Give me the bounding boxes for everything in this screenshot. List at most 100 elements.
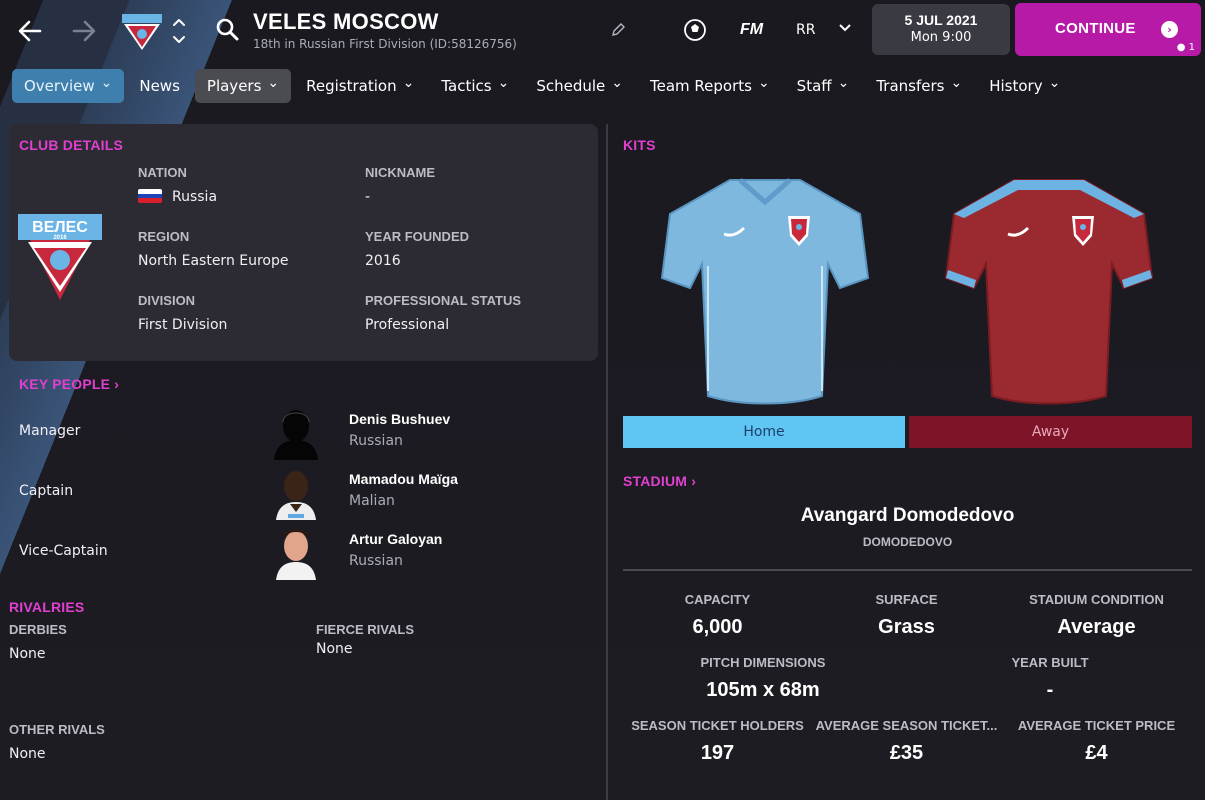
tab-label: Staff [796, 77, 832, 95]
avg-season-ticket-label: AVERAGE SEASON TICKET... [815, 718, 998, 733]
club-subtitle: 18th in Russian First Division (ID:58126… [253, 37, 517, 51]
chevron-down-icon: ⌄ [837, 75, 850, 91]
stadium-link[interactable]: STADIUM › [623, 473, 696, 489]
avg-ticket-price-value: £4 [1085, 742, 1108, 764]
tab-label: Registration [306, 77, 397, 95]
away-kit-button[interactable]: Away [909, 416, 1192, 448]
chevron-down-icon: ⌄ [100, 75, 113, 91]
other-rivals-label: OTHER RIVALS [9, 722, 105, 737]
tab-tactics[interactable]: Tactics ⌄ [429, 69, 521, 103]
club-details-title: CLUB DETAILS [19, 137, 124, 153]
fierce-rivals-label: FIERCE RIVALS [316, 622, 414, 637]
stadium-divider [623, 569, 1192, 571]
club-switch-updown-icon[interactable] [170, 14, 188, 48]
nickname-label: NICKNAME [365, 165, 436, 180]
pitch-dimensions-label: PITCH DIMENSIONS [700, 655, 826, 670]
avg-season-ticket-value: £35 [889, 742, 924, 764]
captain-avatar[interactable] [270, 464, 322, 520]
vice-captain-avatar[interactable] [270, 524, 322, 580]
vice-captain-name[interactable]: Artur Galoyan [349, 531, 442, 547]
tab-label: Tactics [441, 77, 492, 95]
avg-ticket-price-label: AVERAGE TICKET PRICE [1017, 718, 1176, 733]
tab-transfers[interactable]: Transfers ⌄ [864, 69, 974, 103]
year-founded-value: 2016 [365, 253, 401, 269]
pro-status-value: Professional [365, 317, 450, 333]
chevron-down-icon[interactable] [838, 20, 852, 38]
back-arrow-icon[interactable] [16, 14, 44, 48]
manager-nationality: Russian [349, 433, 403, 449]
top-bar: VELES MOSCOW 18th in Russian First Divis… [0, 0, 1205, 62]
manager-avatar[interactable] [270, 404, 322, 460]
condition-label: STADIUM CONDITION [1029, 592, 1164, 607]
continue-button[interactable]: CONTINUE › ● 1 [1015, 3, 1201, 56]
chevron-down-icon: ⌄ [1048, 75, 1061, 91]
tab-label: News [139, 77, 180, 95]
region-value: North Eastern Europe [138, 253, 289, 269]
manager-role: Manager [19, 423, 81, 439]
tab-team-reports[interactable]: Team Reports ⌄ [638, 69, 782, 103]
person-icon: ● [1176, 42, 1186, 53]
tab-label: Schedule [536, 77, 606, 95]
captain-name[interactable]: Mamadou Maïga [349, 471, 458, 487]
surface-label: SURFACE [875, 592, 938, 607]
tab-label: Overview [24, 77, 95, 95]
club-title: VELES MOSCOW [253, 9, 439, 34]
tab-label: History [989, 77, 1043, 95]
tab-label: Transfers [876, 77, 945, 95]
year-built-label: YEAR BUILT [1011, 655, 1089, 670]
captain-nationality: Malian [349, 493, 395, 509]
season-ticket-holders-label: SEASON TICKET HOLDERS [631, 718, 804, 733]
tab-players[interactable]: Players ⌄ [194, 69, 292, 103]
division-label: DIVISION [138, 293, 196, 308]
division-value[interactable]: First Division [138, 317, 227, 333]
other-rivals-value: None [9, 746, 46, 762]
chevron-down-icon: ⌄ [611, 75, 623, 91]
nation-value-text: Russia [172, 189, 218, 205]
stadium-title: STADIUM [623, 473, 688, 489]
forward-arrow-icon[interactable] [70, 14, 98, 48]
tab-schedule[interactable]: Schedule ⌄ [524, 69, 635, 103]
region-label: REGION [138, 229, 190, 244]
vice-captain-role: Vice-Captain [19, 543, 108, 559]
season-ticket-holders-value: 197 [700, 742, 735, 764]
stadium-name[interactable]: Avangard Domodedovo [623, 505, 1192, 527]
kits-title: KITS [623, 137, 656, 153]
derbies-value: None [9, 646, 46, 662]
nation-value[interactable]: Russia [138, 189, 217, 205]
tab-history[interactable]: History ⌄ [977, 69, 1072, 103]
current-date: 5 JUL 2021 [904, 12, 978, 28]
search-icon[interactable] [214, 16, 242, 44]
tab-label: Players [206, 77, 262, 95]
capacity-value: 6,000 [692, 616, 743, 638]
arrow-right-icon: › [1161, 21, 1178, 38]
fm-logo[interactable]: FM [740, 21, 763, 39]
tab-registration[interactable]: Registration ⌄ [294, 69, 426, 103]
badge-year: 2016 [53, 235, 67, 241]
chevron-down-icon: ⌄ [950, 75, 963, 91]
date-box[interactable]: 5 JUL 2021 Mon 9:00 [872, 4, 1010, 55]
tab-overview[interactable]: Overview ⌄ [12, 69, 125, 103]
profile-initials[interactable]: RR [796, 22, 815, 38]
pitch-dimensions-value: 105m x 68m [706, 679, 820, 701]
russia-flag-icon [138, 189, 162, 203]
capacity-label: CAPACITY [684, 592, 751, 607]
football-icon[interactable] [683, 18, 707, 42]
tab-news[interactable]: News [127, 69, 192, 103]
club-badge-small-icon[interactable] [120, 12, 164, 52]
year-built-value: - [1046, 679, 1054, 701]
chevron-down-icon: ⌄ [497, 75, 510, 91]
away-kit-shirt-icon[interactable] [944, 176, 1154, 408]
tab-staff[interactable]: Staff ⌄ [785, 69, 862, 103]
fierce-rivals-value: None [316, 641, 353, 657]
column-divider [606, 124, 608, 800]
edit-pencil-icon[interactable] [610, 22, 626, 38]
home-kit-button[interactable]: Home [623, 416, 905, 448]
home-kit-shirt-icon[interactable] [660, 176, 870, 408]
key-people-link[interactable]: KEY PEOPLE › [19, 376, 119, 392]
manager-name[interactable]: Denis Bushuev [349, 411, 450, 427]
chevron-down-icon: ⌄ [267, 75, 280, 91]
nation-label: NATION [138, 165, 187, 180]
badge-text: ВЕЛЕС [32, 219, 88, 236]
tab-bar: Overview ⌄ News Players ⌄ Registration ⌄ Tactic… [12, 69, 1075, 103]
manager-count: ● 1 [1177, 42, 1195, 53]
